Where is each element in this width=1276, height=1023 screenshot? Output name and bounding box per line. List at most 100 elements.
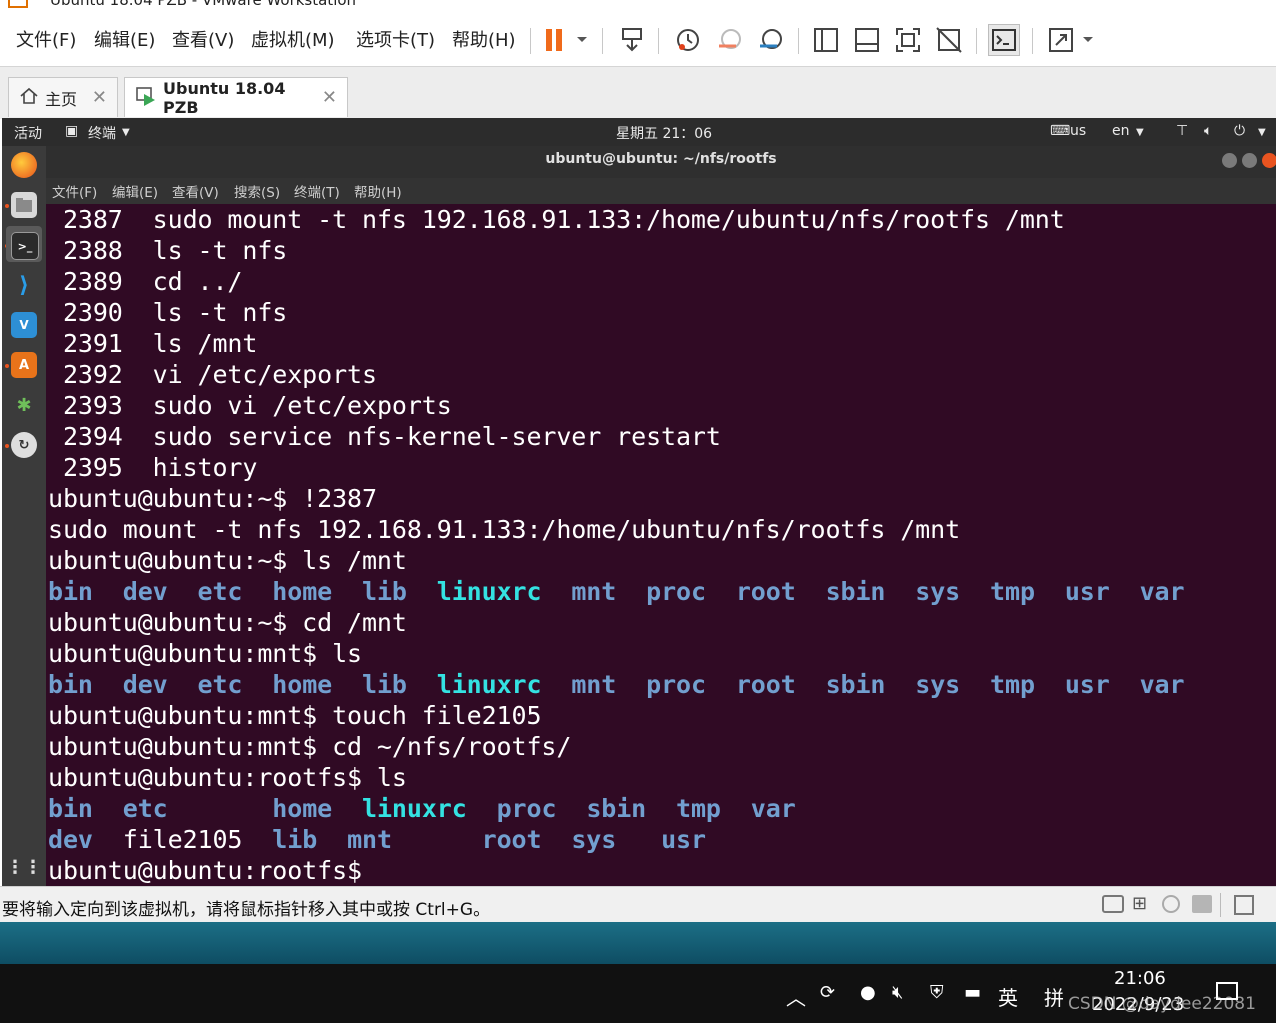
vmware-status-bar: 要将输入定向到该虚拟机，请将鼠标指针移入其中或按 Ctrl+G。 ⊞ — [0, 886, 1276, 923]
terminal-menu-edit[interactable]: 编辑(E) — [112, 181, 158, 201]
app-menu-terminal[interactable]: 终端 — [88, 123, 116, 143]
unity-icon[interactable] — [933, 24, 965, 56]
updater-icon[interactable]: ↻ — [11, 432, 37, 458]
snapshot-manager-icon[interactable] — [755, 24, 787, 56]
software-center-icon[interactable]: A — [11, 352, 37, 378]
snapshot-icon[interactable] — [672, 24, 704, 56]
sync-icon[interactable]: ⟳ — [820, 982, 835, 1003]
network-tool-icon[interactable]: ✱ — [11, 392, 37, 418]
maximize-icon[interactable] — [1242, 153, 1257, 168]
prompt-line: ubuntu@ubuntu:~$ cd /mnt — [48, 608, 407, 637]
security-shield-icon[interactable]: ⛨ — [930, 982, 944, 1003]
tab-ubuntu-vm[interactable]: Ubuntu 18.04 PZB ✕ — [124, 77, 348, 117]
desktop-background — [0, 922, 1276, 964]
windows-taskbar: ︿ ⟳ ● 🔇︎ ⛨ ▬ 英 拼 21:06 2022/9/23 CSDN @d… — [0, 964, 1276, 1023]
activities-button[interactable]: 活动 — [14, 123, 42, 143]
volume-muted-icon[interactable]: 🔇︎ — [892, 982, 903, 1003]
chevron-down-icon: ▼ — [1136, 127, 1144, 138]
pause-dropdown-chevron-down-icon[interactable] — [570, 24, 594, 56]
terminal-title-bar: ubuntu@ubuntu: ~/nfs/rootfs — [46, 146, 1276, 178]
window-title: Ubuntu 18.04 PZB - VMware Workstation — [50, 0, 357, 9]
vscode-icon[interactable]: ⟩ — [11, 272, 37, 298]
history-line: 2392 vi /etc/exports — [62, 360, 377, 389]
terminal-title: ubuntu@ubuntu: ~/nfs/rootfs — [545, 151, 777, 167]
battery-icon[interactable]: ▬ — [964, 982, 981, 1003]
network-icon[interactable]: ⊤ — [1176, 123, 1188, 139]
ls-output-row: bin etc home linuxrc proc sbin tmp var — [48, 794, 796, 823]
prompt-line: ubuntu@ubuntu:~$ !2387 — [48, 484, 377, 513]
menu-view[interactable]: 查看(V) — [172, 26, 234, 52]
home-icon — [19, 87, 39, 109]
tab-strip: 主页 ✕ Ubuntu 18.04 PZB ✕ — [0, 66, 1276, 119]
qq-icon[interactable]: ● — [860, 982, 876, 1003]
vmware-menu-bar: 文件(F) 编辑(E) 查看(V) 虚拟机(M) 选项卡(T) 帮助(H) — [0, 14, 1276, 66]
ls-output-row: bin dev etc home lib linuxrc mnt proc ro… — [48, 670, 1185, 699]
close-icon[interactable] — [1262, 153, 1276, 168]
chevron-up-icon[interactable]: ︿ — [786, 982, 806, 1011]
history-line: 2387 sudo mount -t nfs 192.168.91.133:/h… — [62, 205, 1065, 234]
menu-file[interactable]: 文件(F) — [16, 26, 76, 52]
vmware-title-bar: Ubuntu 18.04 PZB - VMware Workstation — [0, 0, 1276, 14]
close-icon[interactable]: ✕ — [322, 87, 337, 108]
prompt-line: ubuntu@ubuntu:mnt$ touch file2105 — [48, 701, 542, 730]
network-adapter-icon[interactable]: ⊞ — [1132, 893, 1154, 915]
ubuntu-dock: >_ ⟩ V A ✱ ↻ ⋮⋮ — [2, 146, 46, 886]
close-icon[interactable]: ✕ — [92, 87, 107, 108]
menu-help[interactable]: 帮助(H) — [452, 26, 516, 52]
keyboard-layout[interactable]: us — [1070, 123, 1086, 139]
printer-icon[interactable] — [1192, 895, 1212, 913]
minimize-icon[interactable] — [1222, 153, 1237, 168]
library-icon[interactable] — [810, 24, 842, 56]
prompt-line: ubuntu@ubuntu:~$ ls /mnt — [48, 546, 407, 575]
virtualbox-icon[interactable]: V — [11, 312, 37, 338]
stretch-icon[interactable] — [1045, 24, 1077, 56]
tab-home[interactable]: 主页 ✕ — [8, 77, 118, 117]
notification-icon[interactable] — [1216, 982, 1238, 1000]
history-line: 2393 sudo vi /etc/exports — [62, 391, 452, 420]
stretch-dropdown-chevron-down-icon[interactable] — [1076, 24, 1100, 56]
thumbnail-icon[interactable] — [851, 24, 883, 56]
message-log-icon[interactable] — [1234, 895, 1254, 915]
panel-clock[interactable]: 星期五 21：06 — [616, 123, 712, 143]
input-language[interactable]: en — [1112, 123, 1130, 139]
terminal-menu-help[interactable]: 帮助(H) — [354, 181, 402, 201]
cd-rom-icon[interactable] — [1162, 895, 1180, 913]
files-icon[interactable] — [11, 192, 37, 218]
menu-edit[interactable]: 编辑(E) — [94, 26, 155, 52]
volume-icon[interactable]: 🔈︎ — [1204, 123, 1212, 139]
chevron-down-icon: ▼ — [122, 127, 130, 138]
ime-pinyin[interactable]: 拼 — [1044, 982, 1064, 1011]
hard-disk-icon[interactable] — [1102, 895, 1124, 913]
prompt-line: ubuntu@ubuntu:mnt$ ls — [48, 639, 362, 668]
terminal-menu-search[interactable]: 搜索(S) — [234, 181, 280, 201]
vmware-logo-icon — [8, 0, 28, 8]
pause-icon[interactable] — [540, 24, 572, 56]
terminal-app-icon: ▣ — [65, 123, 79, 139]
chevron-down-icon: ▼ — [1258, 127, 1266, 138]
power-icon[interactable]: ⏻ — [1234, 123, 1245, 139]
terminal-menu-file[interactable]: 文件(F) — [52, 181, 97, 201]
status-message: 要将输入定向到该虚拟机，请将鼠标指针移入其中或按 Ctrl+G。 — [2, 900, 491, 920]
ls-output-row: dev file2105 lib mnt root sys usr — [48, 825, 706, 854]
revert-snapshot-icon[interactable] — [714, 24, 746, 56]
fullscreen-icon[interactable] — [892, 24, 924, 56]
send-ctrl-alt-del-icon[interactable] — [616, 24, 648, 56]
ime-mode[interactable]: 英 — [998, 982, 1018, 1011]
console-view-icon[interactable] — [988, 24, 1020, 56]
history-line: 2389 cd ../ — [62, 267, 243, 296]
tab-home-label: 主页 — [45, 89, 78, 109]
terminal-output[interactable]: 2387 sudo mount -t nfs 192.168.91.133:/h… — [46, 204, 1276, 886]
firefox-icon[interactable] — [11, 152, 37, 178]
history-line: 2395 history — [62, 453, 258, 482]
terminal-icon[interactable]: >_ — [11, 232, 39, 260]
terminal-menu-terminal[interactable]: 终端(T) — [294, 181, 340, 201]
menu-vm[interactable]: 虚拟机(M) — [251, 26, 335, 52]
history-line: 2390 ls -t nfs — [62, 298, 288, 327]
menu-tabs[interactable]: 选项卡(T) — [356, 26, 435, 52]
show-apps-icon[interactable]: ⋮⋮ — [6, 854, 42, 880]
history-line: 2388 ls -t nfs — [62, 236, 288, 265]
prompt-line: ubuntu@ubuntu:mnt$ cd ~/nfs/rootfs/ — [48, 732, 572, 761]
taskbar-time[interactable]: 21:06 — [1114, 968, 1166, 989]
keyboard-icon: ⌨ — [1050, 123, 1071, 139]
terminal-menu-view[interactable]: 查看(V) — [172, 181, 219, 201]
